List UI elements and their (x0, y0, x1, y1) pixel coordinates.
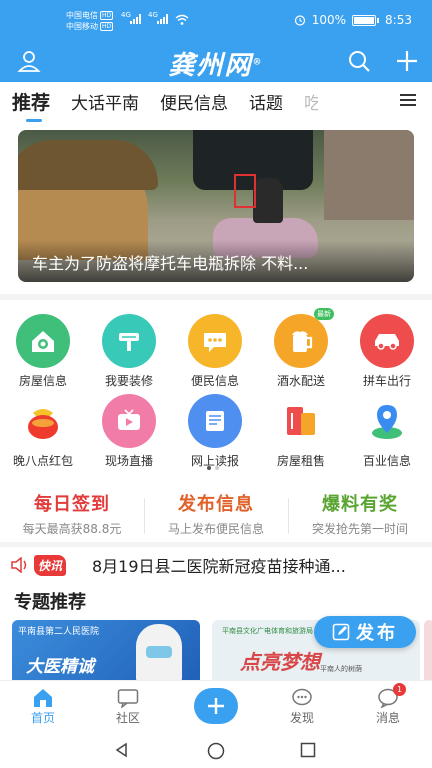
home-circle-icon[interactable] (207, 742, 225, 760)
plus-icon (397, 51, 417, 71)
publish-info[interactable]: 发布信息 马上发布便民信息 (144, 490, 288, 537)
unread-badge: 1 (393, 683, 406, 696)
topic-card-hospital[interactable]: 平南县第二人民医院 大医精诚 (12, 620, 200, 684)
status-bar: 中国电信 HD 中国移动 HD 4G 4G 100% 8:53 (0, 0, 432, 42)
signal-icon-2 (157, 14, 168, 24)
news-tip-reward[interactable]: 爆料有奖 突发抢先第一时间 (288, 490, 432, 537)
edit-icon (332, 623, 350, 641)
new-badge: 最新 (314, 308, 334, 320)
tab-food[interactable]: 吃 (304, 89, 318, 114)
community-icon (117, 689, 139, 708)
system-navigation-bar (0, 732, 432, 768)
grid-label: 百业信息 (362, 454, 411, 468)
grid-item-business[interactable]: 百业信息 (344, 394, 430, 469)
grid-label: 便民信息 (190, 374, 239, 388)
newspaper-icon (188, 394, 242, 448)
divider (0, 542, 432, 547)
grid-item-rent-sale[interactable]: 房屋租售 (258, 394, 344, 469)
daily-checkin[interactable]: 每日签到 每天最高获88.8元 (0, 490, 144, 537)
recents-icon[interactable] (300, 742, 316, 758)
card-org: 平南县第二人民医院 (18, 627, 100, 637)
card-title: 大医精诚 (26, 657, 94, 677)
grid-item-red-packet[interactable]: 晚八点红包 (0, 394, 86, 469)
brush-icon (102, 314, 156, 368)
tab-topic[interactable]: 话题 (249, 89, 283, 114)
nav-discover[interactable]: 发现 (272, 687, 332, 726)
battery-icon (352, 14, 377, 26)
map-pin-icon (360, 394, 414, 448)
grid-item-carpool[interactable]: 拼车出行 (344, 314, 430, 389)
grid-item-drinks[interactable]: 最新 酒水配送 (258, 308, 344, 389)
beer-icon: 最新 (274, 308, 334, 368)
grid-item-live[interactable]: 现场直播 (86, 394, 172, 469)
nav-label: 首页 (30, 711, 55, 725)
building-icon (274, 394, 328, 448)
feature-title: 发布信息 (178, 494, 254, 515)
tab-dahua-pingnan[interactable]: 大话平南 (71, 89, 139, 114)
topic-card-partial[interactable] (424, 620, 432, 684)
speaker-icon (11, 557, 27, 573)
search-icon (349, 51, 370, 72)
wifi-icon (175, 14, 189, 25)
feature-title: 每日签到 (34, 494, 110, 515)
grid-label: 房屋租售 (276, 454, 325, 468)
grid-label: 房屋信息 (18, 374, 67, 388)
status-right: 100% 8:53 (294, 13, 412, 27)
feature-subtitle: 每天最高获88.8元 (22, 522, 122, 536)
carrier-2: 中国移动 HD (66, 22, 114, 31)
card-title: 点亮梦想 (240, 650, 320, 674)
discover-icon (292, 688, 312, 706)
banner-caption: 车主为了防盗将摩托车电瓶拆除 不料... (32, 254, 309, 273)
feature-subtitle: 马上发布便民信息 (167, 522, 264, 536)
banner-carousel[interactable]: 车主为了防盗将摩托车电瓶拆除 不料... (18, 130, 414, 282)
home-icon (34, 689, 52, 707)
nav-label: 消息 (375, 711, 400, 725)
plus-icon (208, 698, 224, 714)
tv-icon (102, 394, 156, 448)
signal-icon (130, 14, 141, 24)
add-button[interactable] (392, 46, 422, 76)
center-add-button[interactable] (194, 688, 238, 724)
grid-item-bianmin[interactable]: 便民信息 (172, 314, 258, 389)
tab-menu-icon[interactable] (400, 94, 416, 106)
nav-label: 社区 (115, 711, 140, 725)
grid-label: 拼车出行 (362, 374, 411, 388)
alarm-icon (294, 15, 305, 26)
search-button[interactable] (344, 46, 374, 76)
section-title: 专题推荐 (14, 592, 86, 613)
ticker-headline: 8月19日县二医院新冠疫苗接种通... (92, 557, 346, 576)
grid-item-newspaper[interactable]: 网上读报 (172, 394, 258, 469)
clock: 8:53 (385, 13, 412, 27)
grid-page-indicator (207, 466, 219, 470)
grid-label: 酒水配送 (276, 374, 325, 388)
grid-label: 现场直播 (104, 454, 153, 468)
grid-label: 晚八点红包 (12, 454, 73, 468)
chat-icon (188, 314, 242, 368)
flash-news-tag: 快讯 (34, 555, 67, 576)
carrier-1: 中国电信 HD (66, 11, 114, 20)
car-icon (360, 314, 414, 368)
divider (0, 294, 432, 300)
category-tabs: 推荐 大话平南 便民信息 话题 吃 (0, 82, 432, 122)
feature-title: 爆料有奖 (322, 494, 398, 515)
tab-bianmin[interactable]: 便民信息 (160, 89, 228, 114)
grid-label: 我要装修 (104, 374, 153, 388)
nav-home[interactable]: 首页 (13, 687, 73, 726)
card-org: 平南县文化广电体育和旅游局 (222, 627, 313, 635)
house-icon (16, 314, 70, 368)
nav-label: 发现 (289, 711, 314, 725)
feature-subtitle: 突发抢先第一时间 (311, 522, 408, 536)
card-subtitle: 平南人的树荫 (320, 665, 362, 673)
battery-percent: 100% (311, 13, 347, 27)
back-icon[interactable] (114, 742, 130, 758)
money-bag-icon (16, 394, 70, 448)
grid-item-house-info[interactable]: 房屋信息 (0, 314, 86, 389)
grid-item-renovation[interactable]: 我要装修 (86, 314, 172, 389)
nav-community[interactable]: 社区 (98, 687, 158, 726)
nav-messages[interactable]: 1 消息 (358, 683, 418, 726)
tab-recommend[interactable]: 推荐 (12, 88, 50, 122)
news-ticker[interactable]: 快讯 8月19日县二医院新冠疫苗接种通... (0, 548, 432, 582)
app-header: 龚州网® (0, 42, 432, 82)
publish-button[interactable]: 发布 (314, 616, 416, 648)
